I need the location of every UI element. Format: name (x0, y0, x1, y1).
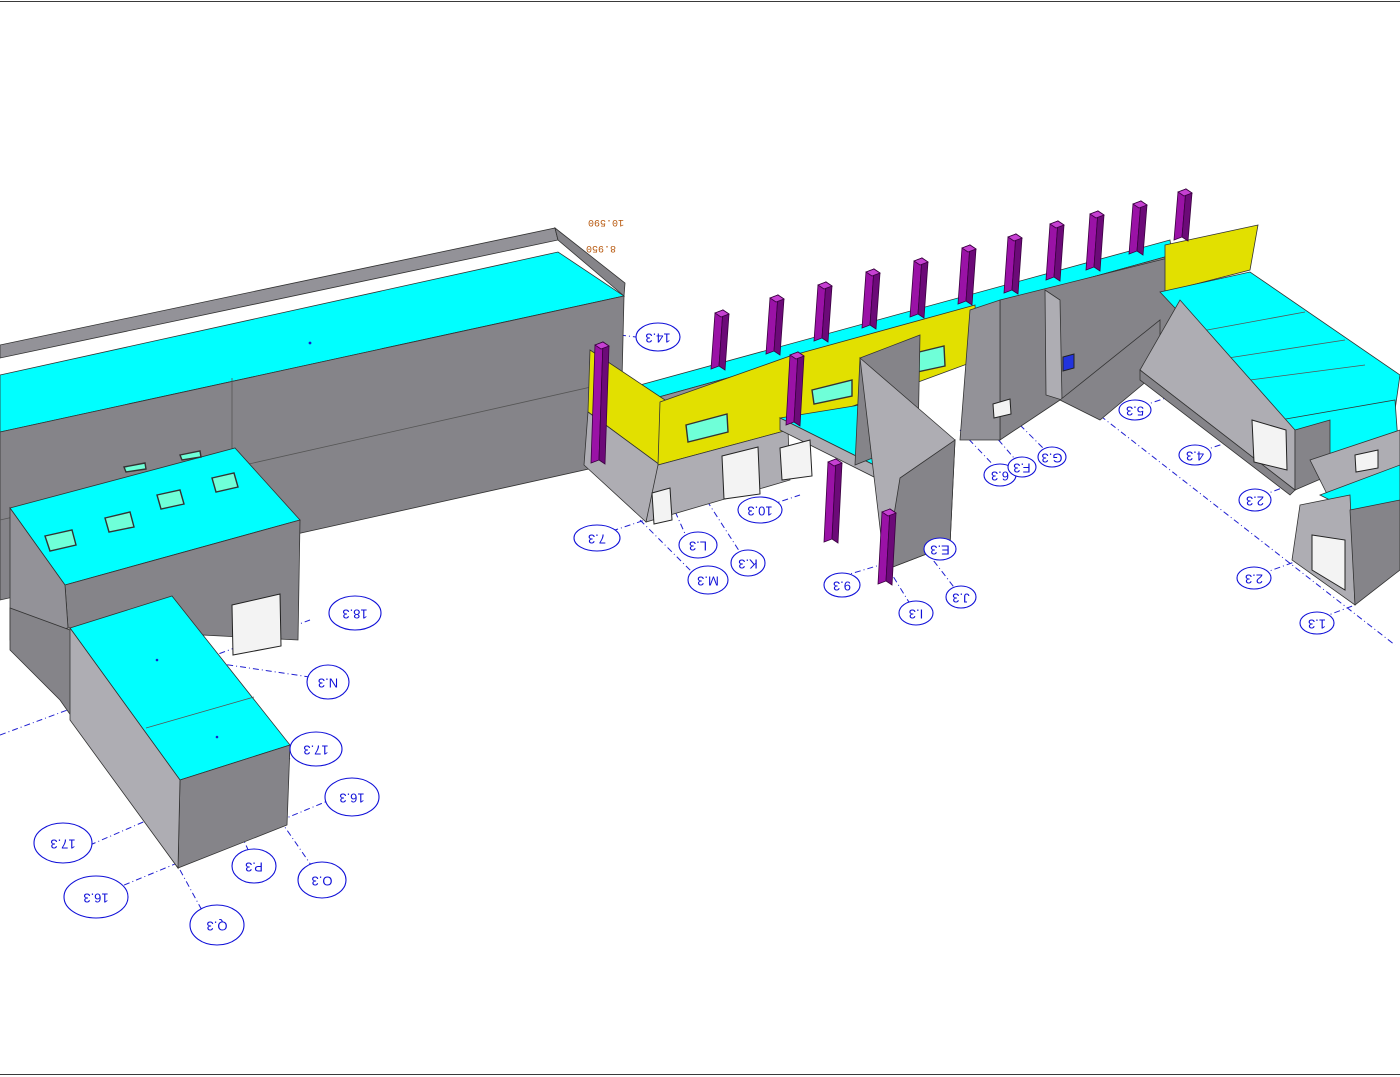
gridline-label: P.3 (245, 860, 263, 875)
gridline-label: 9.3 (833, 579, 851, 594)
gridline-bubble[interactable]: O.3 (297, 861, 347, 899)
gridline-label: 2.3 (1245, 572, 1263, 587)
gridline-label: 10.3 (747, 504, 772, 519)
gridline-bubble[interactable]: M.3 (687, 565, 729, 595)
gridline-label: F.3 (1013, 461, 1030, 476)
gridline-bubble[interactable]: 16.3 (324, 777, 380, 817)
gridline-bubble[interactable]: F.3 (1007, 456, 1037, 478)
gridline-label: 14.3 (645, 331, 670, 346)
gridline-label: N.3 (318, 676, 338, 691)
gridline-label: L.3 (689, 539, 707, 554)
gridline-bubble[interactable]: 2.3 (1236, 566, 1272, 590)
gridline-label: 17.3 (50, 837, 75, 852)
gridline-bubble[interactable]: 18.3 (328, 595, 382, 631)
gridline-label: K.3 (738, 557, 758, 572)
gridline-label: 1.3 (1308, 617, 1326, 632)
gridline-bubble[interactable]: 14.3 (635, 322, 681, 352)
gridline-label: J.3 (952, 591, 969, 606)
gridline-bubble[interactable]: N.3 (306, 664, 350, 700)
gridline-bubble[interactable]: I.3 (898, 600, 934, 626)
gridline-bubble[interactable]: 17.3 (289, 731, 343, 767)
gridline-label: M.3 (697, 574, 719, 589)
door-opening (231, 593, 282, 656)
gridline-label: 16.3 (339, 791, 364, 806)
gridline-bubble[interactable]: 4.3 (1178, 444, 1212, 466)
gridline-bubble[interactable]: 7.3 (573, 524, 621, 552)
elevation-markers: 10.590 8.950 (586, 216, 624, 253)
gridline-bubble[interactable]: 16.3 (63, 875, 129, 919)
gridline-label: 16.3 (83, 891, 108, 906)
gridline-label: 18.3 (342, 607, 367, 622)
gridline-bubble[interactable]: E.3 (923, 537, 957, 561)
gridline-bubble[interactable]: 17.3 (33, 822, 93, 864)
gridline-bubble[interactable]: 5.3 (1118, 399, 1152, 421)
elevation-tag: 8.950 (586, 242, 616, 253)
model-viewport[interactable]: 14.3 18.3 N.3 17.3 16.3 17.3 16.3 P.3 O.… (0, 0, 1400, 1077)
gridline-label: 4.3 (1186, 449, 1204, 464)
gridline-label: I.3 (909, 607, 923, 622)
gridline-bubble[interactable]: 1.3 (1299, 611, 1335, 635)
gridline-label: 5.3 (1126, 404, 1144, 419)
gridline-label: 17.3 (303, 743, 328, 758)
gridline-bubble[interactable]: 9.3 (823, 572, 861, 598)
gridline-bubble[interactable]: 10.3 (737, 496, 783, 524)
gridline-bubble[interactable]: G.3 (1037, 446, 1067, 468)
gridline-label: E.3 (930, 543, 950, 558)
gridline-bubble[interactable]: 2.3 (1238, 488, 1272, 512)
elevation-tag: 10.590 (588, 216, 624, 227)
gridline-bubble[interactable]: P.3 (231, 848, 277, 884)
gridline-label: Q.3 (207, 919, 228, 934)
gridline-bubble[interactable]: J.3 (945, 585, 977, 609)
3d-model-canvas[interactable]: 14.3 18.3 N.3 17.3 16.3 17.3 16.3 P.3 O.… (0, 0, 1400, 1077)
gridline-label: 7.3 (588, 532, 606, 547)
gridline-bubble[interactable]: L.3 (678, 531, 718, 559)
gridline-label: O.3 (312, 874, 333, 889)
gridline-bubble[interactable]: K.3 (730, 549, 766, 577)
gridline-bubble[interactable]: Q.3 (189, 904, 245, 946)
gridline-label: G.3 (1042, 451, 1063, 466)
gridline-label: 2.3 (1246, 494, 1264, 509)
gridline-label: 6.3 (991, 469, 1009, 484)
